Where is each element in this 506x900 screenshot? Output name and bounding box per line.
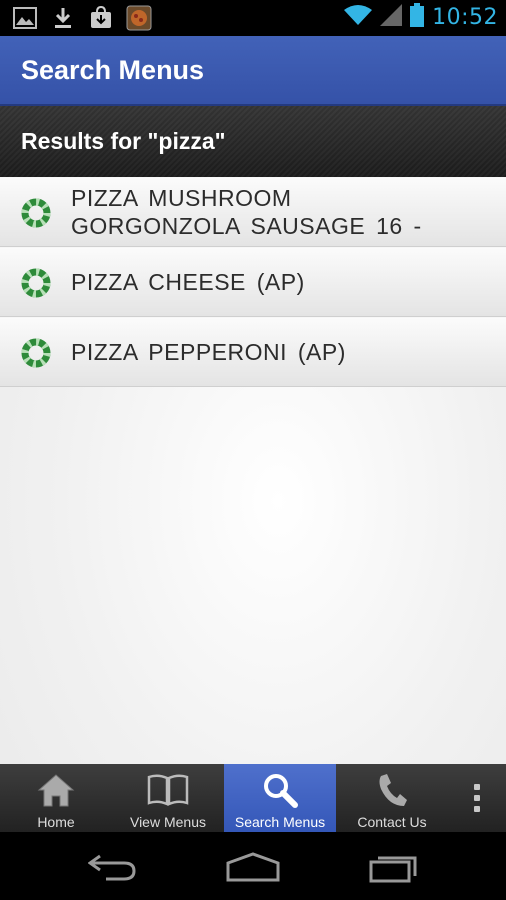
recent-apps-icon[interactable] <box>368 850 420 889</box>
list-item-label: PIZZA MUSHROOM GORGONZOLA SAUSAGE 16 - <box>71 185 422 239</box>
home-icon <box>37 772 75 808</box>
results-header: Results for "pizza" <box>0 106 506 177</box>
results-title: Results for "pizza" <box>21 128 226 154</box>
menu-item-ring-icon <box>21 268 51 298</box>
phone-icon <box>377 772 407 808</box>
list-item[interactable]: PIZZA CHEESE (AP) <box>0 247 506 317</box>
list-item-label: PIZZA CHEESE (AP) <box>71 269 305 295</box>
bottom-tab-bar: Home View Menus Search Menus Contact Us <box>0 764 506 832</box>
store-download-icon <box>88 5 114 31</box>
tab-contact-us[interactable]: Contact Us <box>336 764 448 832</box>
list-item[interactable]: PIZZA MUSHROOM GORGONZOLA SAUSAGE 16 - <box>0 177 506 247</box>
tab-view-menus[interactable]: View Menus <box>112 764 224 832</box>
book-icon <box>147 772 189 808</box>
download-icon <box>50 5 76 31</box>
list-item[interactable]: PIZZA PEPPERONI (AP) <box>0 317 506 387</box>
menu-item-ring-icon <box>21 198 51 228</box>
tab-label: Contact Us <box>357 814 427 830</box>
tab-label: Home <box>37 814 75 830</box>
tab-search-menus[interactable]: Search Menus <box>224 764 336 832</box>
status-bar: 10:52 <box>0 0 506 36</box>
system-nav-bar <box>0 832 506 900</box>
picture-icon <box>12 5 38 31</box>
tab-label: View Menus <box>129 814 206 830</box>
menu-item-ring-icon <box>21 338 51 368</box>
overflow-menu-icon[interactable] <box>448 764 506 832</box>
home-nav-icon[interactable] <box>225 850 281 889</box>
signal-icon <box>380 4 403 31</box>
page-title: Search Menus <box>21 55 205 85</box>
tab-home[interactable]: Home <box>0 764 112 832</box>
battery-icon <box>410 3 425 32</box>
search-icon <box>262 772 298 808</box>
back-icon[interactable] <box>87 850 138 889</box>
content-area: Results for "pizza" PIZZA MUSHROOM GORGO… <box>0 106 506 764</box>
result-list: PIZZA MUSHROOM GORGONZOLA SAUSAGE 16 - P… <box>0 177 506 387</box>
notification-icons <box>12 5 152 31</box>
app-thumbnail-icon <box>126 5 152 31</box>
action-bar: Search Menus <box>0 36 506 106</box>
clock: 10:52 <box>432 5 498 30</box>
list-item-label: PIZZA PEPPERONI (AP) <box>71 339 346 365</box>
tab-label: Search Menus <box>234 814 326 830</box>
wifi-icon <box>344 4 373 31</box>
